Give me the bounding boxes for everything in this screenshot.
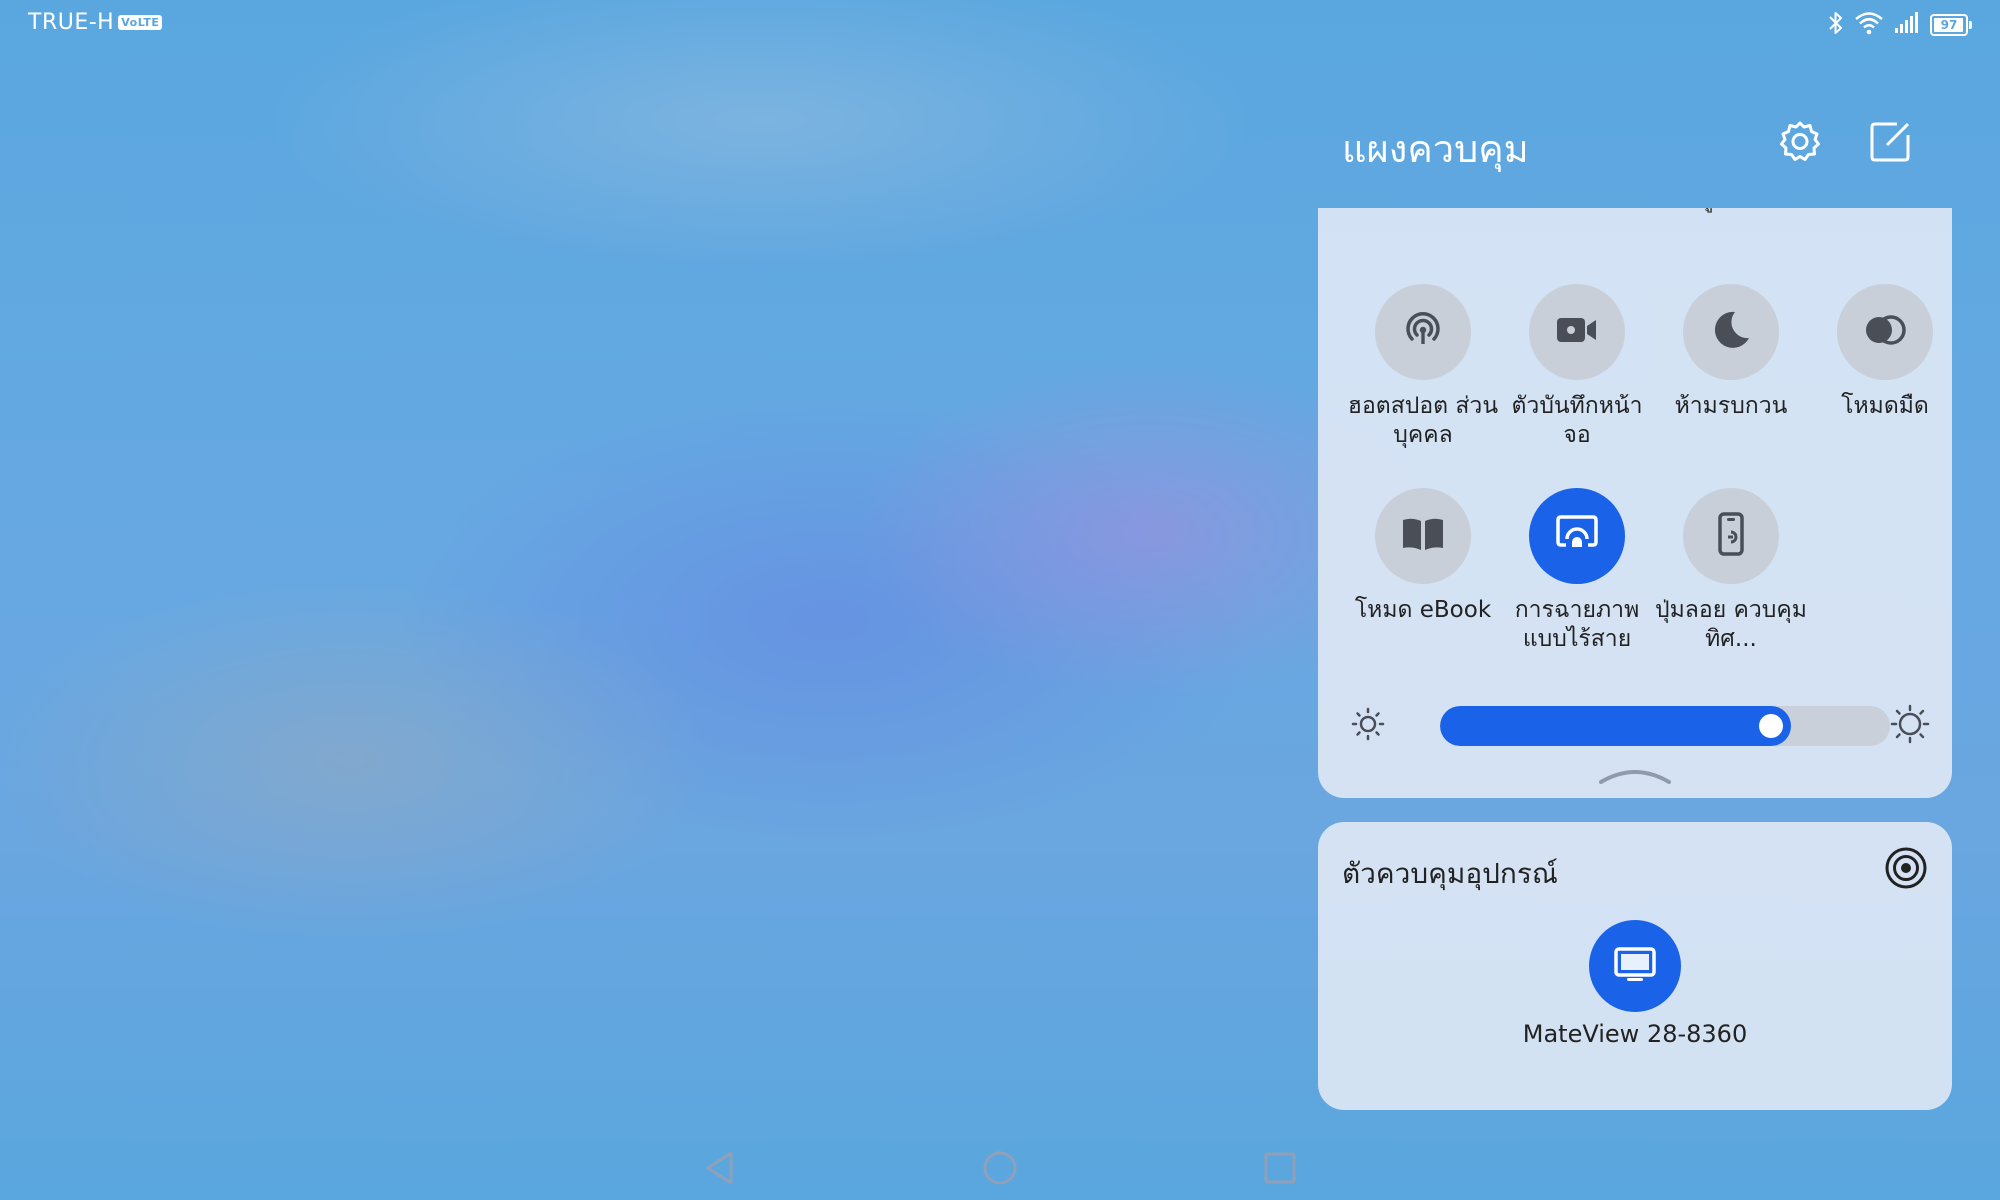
tile-label-airplane[interactable]: โหมดเครื่อง บิน xyxy=(1499,208,1649,216)
tile-do-not-disturb-button[interactable] xyxy=(1683,284,1779,380)
tile-dark-mode[interactable]: โหมดมืด xyxy=(1808,284,1952,421)
bluetooth-icon xyxy=(1828,10,1844,40)
device-button[interactable] xyxy=(1589,920,1681,1012)
tile-label: ปุ่มลอย ควบคุมทิศ... xyxy=(1655,597,1807,652)
edit-button[interactable] xyxy=(1862,116,1918,172)
wireless-projection-icon xyxy=(1552,509,1602,563)
volte-badge: VoLTE xyxy=(118,15,163,30)
gear-icon xyxy=(1777,119,1823,169)
tile-wireless-projection[interactable]: การฉายภาพ แบบไร้สาย xyxy=(1500,488,1654,654)
scan-button[interactable] xyxy=(1882,846,1930,894)
recents-button[interactable] xyxy=(1256,1146,1304,1194)
moon-icon xyxy=(1707,306,1755,358)
tile-label: โหมดมืด xyxy=(1841,393,1929,419)
book-icon xyxy=(1399,510,1447,562)
device-name: MateView 28-8360 xyxy=(1522,1020,1748,1048)
home-icon xyxy=(981,1149,1019,1191)
tile-label: การฉายภาพ แบบไร้สาย xyxy=(1514,597,1640,652)
back-button[interactable] xyxy=(696,1146,744,1194)
tile-ebook-mode-button[interactable] xyxy=(1375,488,1471,584)
brightness-low-icon xyxy=(1348,704,1388,744)
device-item[interactable]: MateView 28-8360 xyxy=(1485,920,1785,1048)
carrier-name: TRUE-H VoLTE xyxy=(28,10,163,35)
back-icon xyxy=(703,1149,737,1191)
device-control-title: ตัวควบคุมอุปกรณ์ xyxy=(1342,857,1558,890)
brightness-slider-fill xyxy=(1440,706,1791,746)
dark-mode-icon xyxy=(1861,306,1909,358)
tile-label: ฮอตสปอต ส่วนบุคคล xyxy=(1347,393,1499,448)
tile-ebook-mode[interactable]: โหมด eBook xyxy=(1346,488,1500,625)
signal-icon xyxy=(1894,12,1920,38)
settings-button[interactable] xyxy=(1772,116,1828,172)
battery-level: 97 xyxy=(1940,18,1958,32)
brightness-slider[interactable] xyxy=(1440,706,1890,746)
tile-floating-navigation-button[interactable] xyxy=(1683,488,1779,584)
tile-label: ห้ามรบกวน xyxy=(1674,393,1788,419)
monitor-icon xyxy=(1611,940,1659,992)
panel-title: แผงควบคุม xyxy=(1342,127,1529,171)
brightness-high-icon xyxy=(1890,704,1930,744)
tile-screen-recorder-button[interactable] xyxy=(1529,284,1625,380)
quick-settings-panel: ตำแหน่ง โหมดเครื่อง บิน ข้อมูลมือถือ ไฟฉ… xyxy=(1318,208,1952,798)
tile-label-location[interactable]: ตำแหน่ง xyxy=(1348,208,1498,216)
edit-icon xyxy=(1867,119,1913,169)
status-bar: TRUE-H VoLTE 97 xyxy=(0,0,2000,48)
floating-nav-icon xyxy=(1707,510,1755,562)
tile-label: ตัวบันทึกหน้า จอ xyxy=(1511,393,1643,448)
battery-icon: 97 xyxy=(1930,14,1972,36)
scrolled-tile-row: ตำแหน่ง โหมดเครื่อง บิน ข้อมูลมือถือ ไฟฉ… xyxy=(1318,208,1952,246)
tile-label-flashlight[interactable]: ไฟฉาย xyxy=(1803,208,1952,216)
tile-screen-recorder[interactable]: ตัวบันทึกหน้า จอ xyxy=(1500,284,1654,450)
home-button[interactable] xyxy=(976,1146,1024,1194)
wifi-icon xyxy=(1854,11,1884,39)
brightness-control xyxy=(1348,692,1930,752)
chevron-up-icon xyxy=(1597,770,1673,792)
scan-icon xyxy=(1884,846,1928,894)
tile-dark-mode-button[interactable] xyxy=(1837,284,1933,380)
tile-do-not-disturb[interactable]: ห้ามรบกวน xyxy=(1654,284,1808,421)
collapse-button[interactable] xyxy=(1597,762,1673,788)
control-panel-header: แผงควบคุม xyxy=(1342,112,1942,182)
status-icons: 97 xyxy=(1828,10,1972,40)
recents-icon xyxy=(1262,1150,1298,1190)
navigation-bar xyxy=(0,1140,2000,1200)
device-control-panel: ตัวควบคุมอุปกรณ์ MateView 28-8360 xyxy=(1318,822,1952,1110)
brightness-slider-thumb[interactable] xyxy=(1759,714,1783,738)
tile-hotspot-button[interactable] xyxy=(1375,284,1471,380)
tile-label: โหมด eBook xyxy=(1354,597,1492,623)
hotspot-icon xyxy=(1399,306,1447,358)
tile-floating-navigation[interactable]: ปุ่มลอย ควบคุมทิศ... xyxy=(1654,488,1808,654)
screen-recorder-icon xyxy=(1553,306,1601,358)
tile-wireless-projection-button[interactable] xyxy=(1529,488,1625,584)
tile-label-mobile-data[interactable]: ข้อมูลมือถือ xyxy=(1651,208,1801,216)
tile-hotspot[interactable]: ฮอตสปอต ส่วนบุคคล xyxy=(1346,284,1500,450)
